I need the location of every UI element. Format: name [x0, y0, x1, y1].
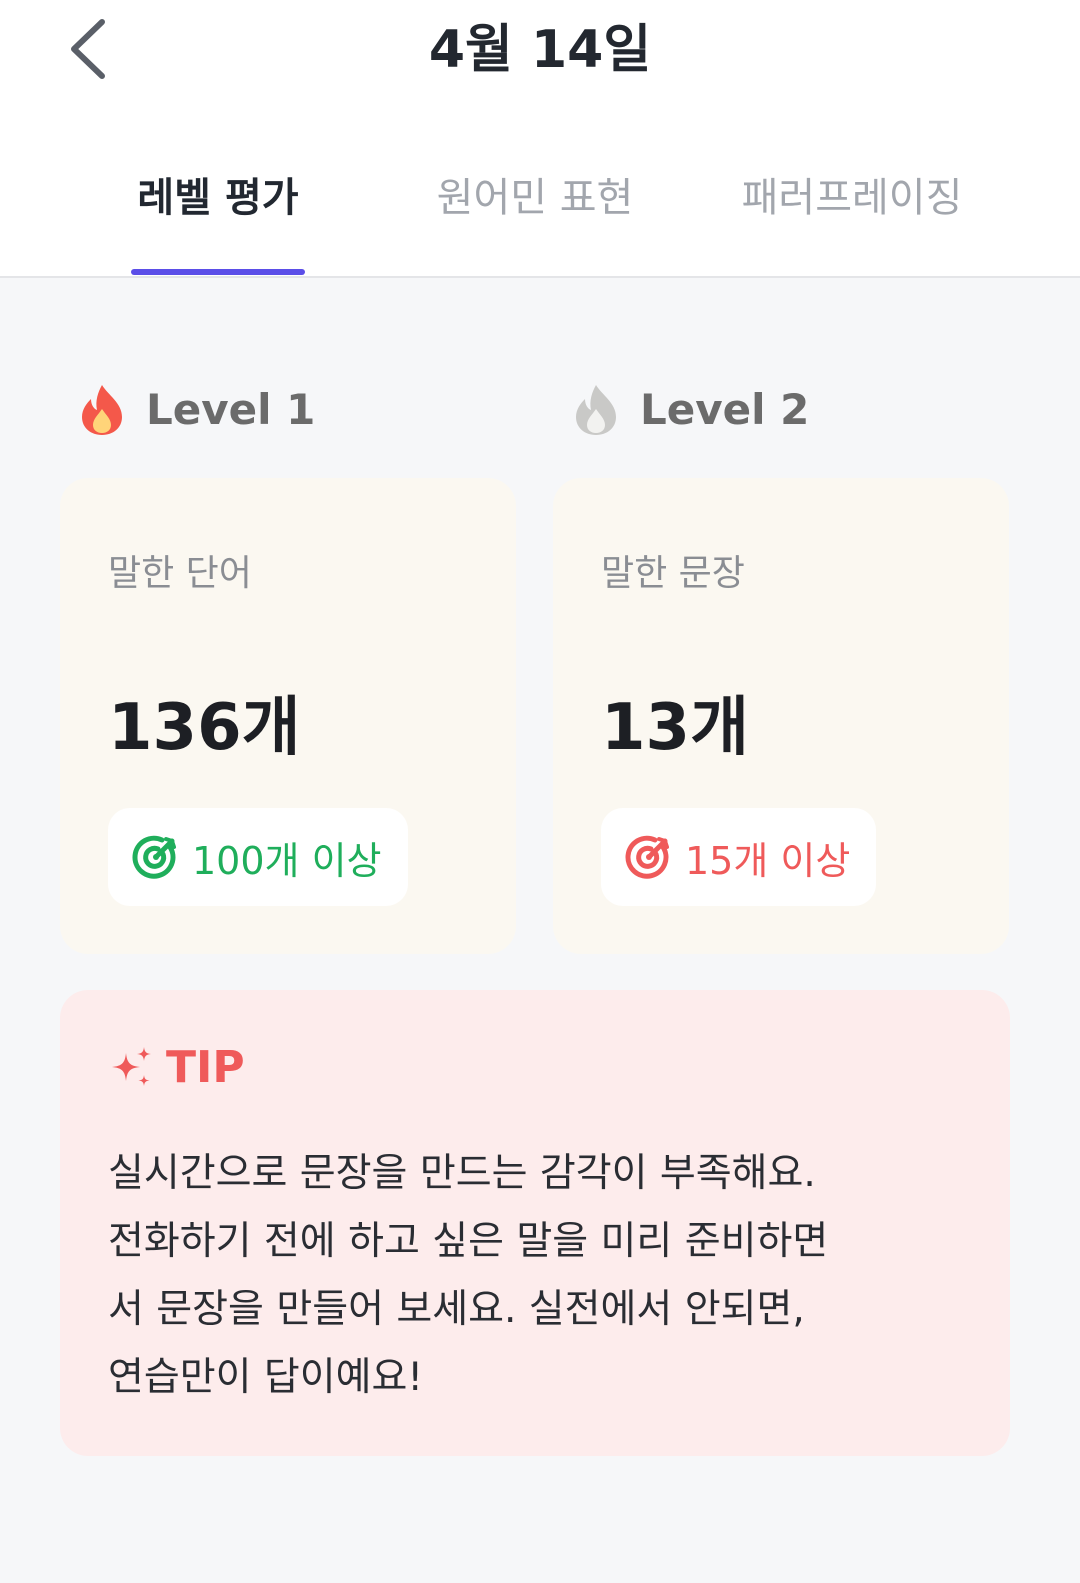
tip-text: 실시간으로 문장을 만드는 감각이 부족해요. 전화하기 전에 하고 싶은 말을…	[108, 1140, 978, 1412]
goal-badge: 100개 이상	[108, 808, 408, 906]
flame-icon	[576, 385, 616, 435]
top-bar: 4월 14일 레벨 평가 원어민 표현 패러프레이징	[0, 0, 1080, 278]
target-icon	[132, 835, 176, 879]
stat-label: 말한 단어	[108, 553, 252, 594]
tip-line: 서 문장을 만들어 보세요. 실전에서 안되면,	[108, 1287, 805, 1332]
tab-paraphrasing[interactable]: 패러프레이징	[726, 168, 978, 228]
stat-label: 말한 문장	[601, 553, 745, 594]
stat-value: 13개	[601, 691, 749, 765]
level-2-heading: Level 2	[572, 378, 809, 440]
tab-native-expressions[interactable]: 원어민 표현	[422, 168, 648, 228]
level-1-heading: Level 1	[78, 378, 315, 440]
tip-heading: TIP	[108, 1042, 245, 1093]
sentences-spoken-card: 말한 문장 13개 15개 이상	[553, 478, 1009, 954]
goal-badge: 15개 이상	[601, 808, 877, 906]
tip-line: 연습만이 답이예요!	[108, 1355, 424, 1400]
tip-card: TIP 실시간으로 문장을 만드는 감각이 부족해요. 전화하기 전에 하고 싶…	[60, 990, 1010, 1456]
sparkle-icon	[112, 1046, 151, 1086]
words-spoken-card: 말한 단어 136개 100개 이상	[60, 478, 516, 954]
tab-level-assessment[interactable]: 레벨 평가	[131, 168, 305, 228]
active-tab-indicator	[131, 269, 305, 275]
goal-text: 15개 이상	[685, 838, 851, 883]
stat-value: 136개	[108, 691, 301, 765]
flame-icon	[82, 385, 122, 435]
tip-line: 실시간으로 문장을 만드는 감각이 부족해요.	[108, 1151, 816, 1196]
tip-line: 전화하기 전에 하고 싶은 말을 미리 준비하면	[108, 1219, 829, 1264]
page-title: 4월 14일	[428, 20, 652, 80]
level-label: Level 1	[146, 384, 316, 434]
goal-text: 100개 이상	[192, 838, 382, 883]
target-icon	[625, 835, 669, 879]
tip-title: TIP	[166, 1042, 245, 1093]
level-label: Level 2	[640, 384, 810, 434]
